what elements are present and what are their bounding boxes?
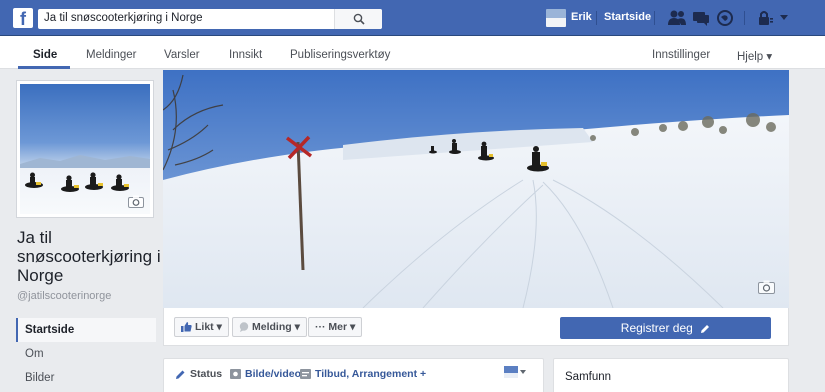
community-title: Samfunn: [565, 371, 612, 383]
chat-icon: [239, 322, 249, 333]
community-panel: Samfunn: [553, 358, 789, 392]
pencil-icon: [176, 370, 185, 379]
chevron-down-icon[interactable]: [779, 14, 789, 22]
pencil-icon: [701, 324, 710, 333]
friends-icon[interactable]: [667, 9, 687, 27]
page-username[interactable]: @jatilscooterinorge: [17, 290, 111, 302]
like-button-label: Likt ▾: [195, 321, 222, 333]
globe-icon[interactable]: [716, 9, 734, 27]
user-name-link[interactable]: Erik: [571, 11, 592, 23]
profile-picture: [20, 84, 150, 214]
user-avatar[interactable]: [546, 9, 566, 27]
help-menu[interactable]: Hjelp ▾: [737, 49, 772, 63]
composer-offer-label: Tilbud, Arrangement +: [315, 368, 427, 380]
lock-icon[interactable]: [757, 9, 773, 27]
nav-divider: [596, 11, 597, 25]
page-avatar-dropdown-icon: [504, 366, 526, 378]
nav-divider: [744, 11, 745, 25]
active-tab-indicator: [18, 66, 70, 69]
side-nav-item-about[interactable]: Om: [16, 342, 156, 366]
post-as-selector[interactable]: [504, 366, 526, 381]
message-button[interactable]: Melding ▾: [232, 317, 307, 337]
search-input[interactable]: Ja til snøscooterkjøring i Norge: [44, 12, 203, 24]
profile-picture-frame[interactable]: [16, 80, 154, 218]
message-button-label: Melding ▾: [252, 321, 300, 333]
register-button-label: Registrer deg: [620, 321, 693, 335]
side-nav-item-photos[interactable]: Bilder: [16, 366, 156, 390]
search-button[interactable]: [334, 9, 382, 29]
register-button[interactable]: Registrer deg: [560, 317, 771, 339]
composer-offer-tab[interactable]: Tilbud, Arrangement +: [300, 368, 426, 380]
more-button[interactable]: ··· Mer ▾: [308, 317, 363, 337]
page-title: Ja til snøscooterkjøring i Norge: [17, 228, 161, 285]
facebook-logo[interactable]: f: [13, 8, 33, 29]
cover-photo[interactable]: [163, 70, 789, 308]
offer-icon: [300, 369, 311, 380]
page-tab-bar: Side Meldinger Varsler Innsikt Publiseri…: [0, 36, 825, 69]
tab-notifications[interactable]: Varsler: [164, 49, 200, 61]
settings-link[interactable]: Innstillinger: [652, 49, 710, 61]
photo-icon: [230, 369, 241, 380]
cover-photo-scene: [163, 70, 789, 308]
composer-photo-label: Bilde/video: [245, 368, 302, 380]
composer-photo-tab[interactable]: Bilde/video: [230, 368, 301, 380]
thumbs-up-icon: [181, 322, 192, 333]
search-icon: [353, 13, 365, 25]
post-composer: Status Bilde/video Tilbud, Arrangement +: [163, 358, 544, 392]
nav-divider: [654, 11, 655, 25]
change-cover-camera-icon[interactable]: [758, 280, 775, 294]
tab-publishing-tools[interactable]: Publiseringsverktøy: [290, 49, 390, 61]
messages-icon[interactable]: [692, 9, 710, 27]
tab-messages[interactable]: Meldinger: [86, 49, 137, 61]
page-side-nav: Startside Om Bilder: [16, 318, 156, 390]
composer-status-tab[interactable]: Status: [175, 368, 222, 380]
home-link[interactable]: Startside: [604, 11, 651, 23]
top-navigation-bar: f Ja til snøscooterkjøring i Norge Erik …: [0, 0, 825, 36]
tab-side[interactable]: Side: [33, 49, 57, 61]
tab-insights[interactable]: Innsikt: [229, 49, 262, 61]
composer-status-label: Status: [190, 368, 223, 380]
side-nav-item-home[interactable]: Startside: [16, 318, 156, 342]
like-button[interactable]: Likt ▾: [174, 317, 229, 337]
page-action-bar: Likt ▾ Melding ▾ ··· Mer ▾ Registrer deg: [163, 308, 789, 346]
camera-icon[interactable]: [128, 195, 144, 208]
search-field[interactable]: Ja til snøscooterkjøring i Norge: [38, 9, 382, 29]
